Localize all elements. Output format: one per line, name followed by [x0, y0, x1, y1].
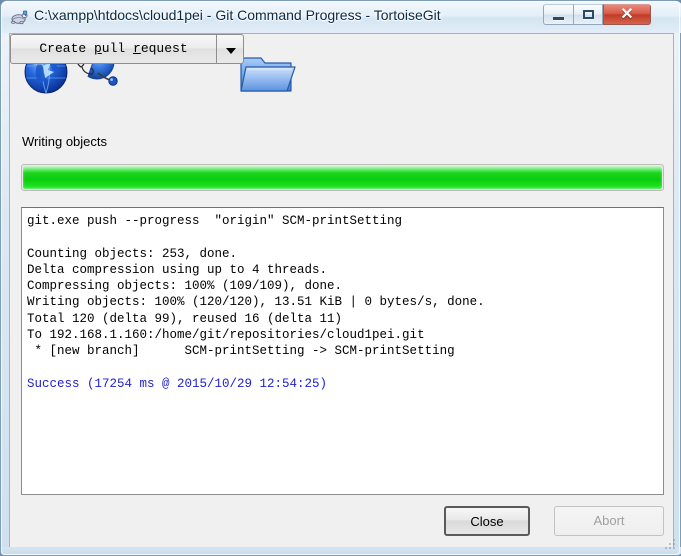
blue-folder-icon [240, 57, 296, 92]
progress-bar [21, 164, 664, 191]
resize-grip[interactable] [663, 537, 677, 551]
log-output-panel[interactable]: git.exe push --progress "origin" SCM-pri… [21, 207, 664, 495]
progress-bar-fill [23, 166, 662, 189]
title-bar[interactable]: C:\xampp\htdocs\cloud1pei - Git Command … [1, 1, 681, 33]
pull-label-part2: ull [101, 41, 133, 56]
window-bottom-edge [1, 539, 681, 555]
pull-accel-r: r [133, 41, 141, 56]
status-label: Writing objects [22, 134, 108, 149]
chevron-down-icon[interactable] [216, 34, 244, 64]
log-body: git.exe push --progress "origin" SCM-pri… [27, 214, 485, 359]
tortoisegit-turtle-icon [11, 10, 28, 25]
log-success-line: Success (17254 ms @ 2015/10/29 12:54:25) [27, 376, 328, 391]
maximize-icon [583, 10, 594, 19]
minimize-button[interactable] [543, 4, 573, 25]
pull-label-part3: equest [140, 41, 188, 56]
close-window-button[interactable]: ✕ [603, 4, 651, 25]
create-pull-request-split-button[interactable]: Create pull request [10, 34, 244, 64]
abort-button: Abort [554, 506, 664, 536]
pull-label-part1: Create [39, 41, 94, 56]
dialog-client-area: Writing objects git.exe push --progress … [9, 33, 674, 549]
log-text: git.exe push --progress "origin" SCM-pri… [22, 208, 663, 396]
close-icon: ✕ [620, 6, 634, 23]
close-button[interactable]: Close [444, 506, 530, 536]
maximize-button[interactable] [573, 4, 603, 25]
pull-accel-p: p [93, 41, 102, 56]
minimize-icon [553, 17, 564, 20]
tortoisegit-progress-window: C:\xampp\htdocs\cloud1pei - Git Command … [0, 0, 681, 556]
create-pull-request-button[interactable]: Create pull request [10, 34, 216, 64]
chevron-down-glyph [226, 48, 236, 54]
window-title: C:\xampp\htdocs\cloud1pei - Git Command … [34, 7, 441, 23]
